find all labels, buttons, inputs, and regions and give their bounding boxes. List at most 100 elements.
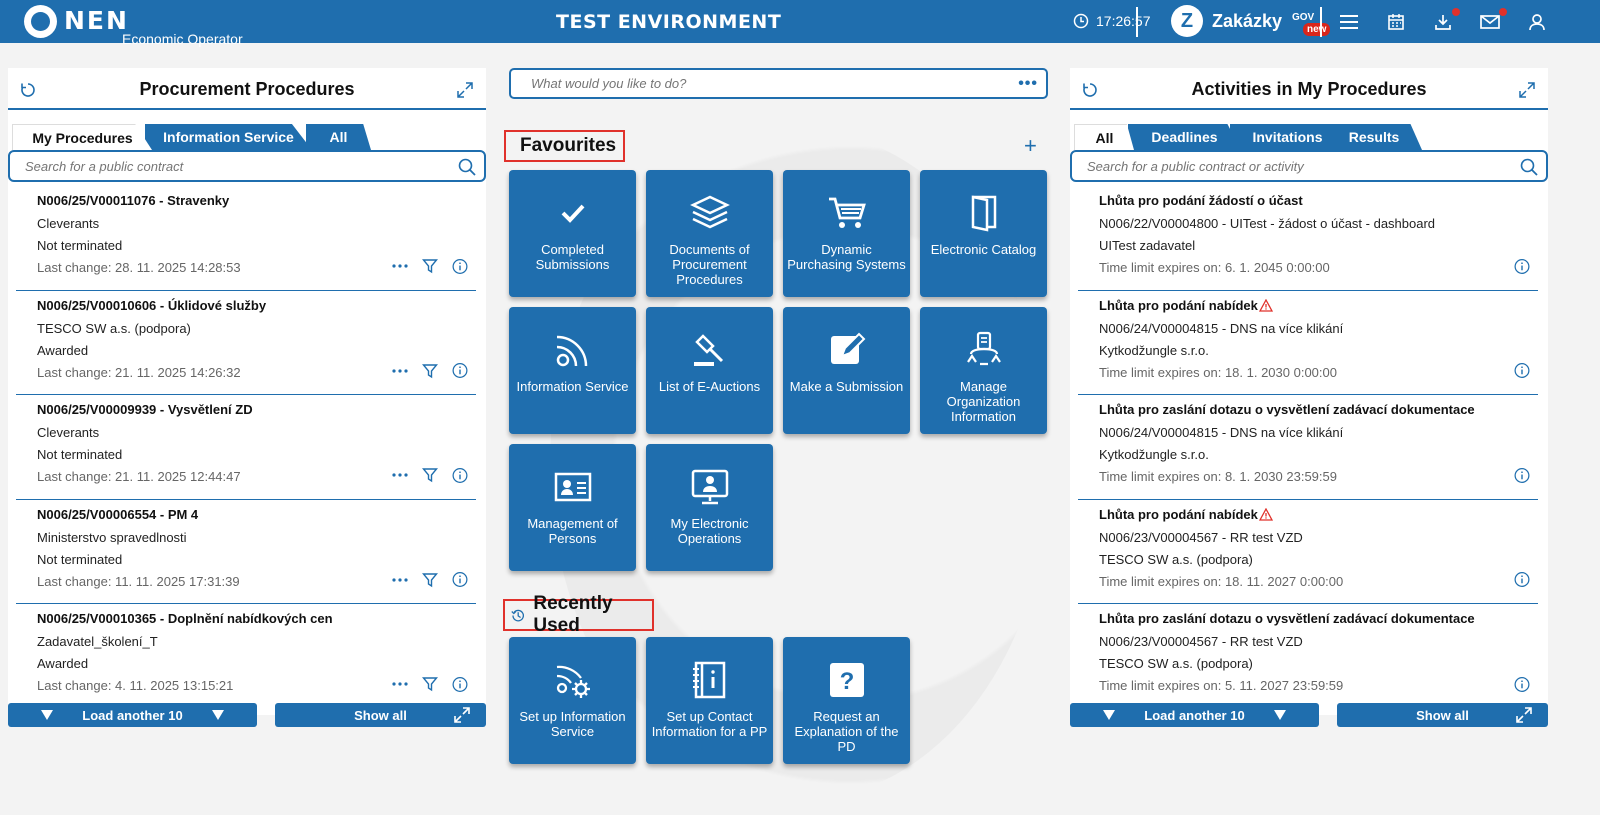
filter-icon[interactable] — [422, 258, 438, 274]
tab-all[interactable]: All — [1074, 124, 1134, 150]
expand-icon[interactable] — [456, 81, 474, 99]
tab-deadlines[interactable]: Deadlines — [1128, 124, 1241, 150]
list-item[interactable]: Lhůta pro podání žádostí o účast N006/22… — [1078, 186, 1538, 291]
tab-my-procedures[interactable]: My Procedures — [12, 124, 152, 150]
id-card-icon — [509, 466, 636, 508]
activity-org: UITest zadavatel — [1099, 238, 1196, 253]
list-item[interactable]: N006/25/V00010365 - Doplnění nabídkových… — [16, 604, 476, 709]
arrow-down-icon — [1274, 710, 1286, 720]
book-icon — [920, 192, 1047, 234]
procedure-last-change: Last change: 21. 11. 2025 12:44:47 — [37, 469, 241, 484]
tile-dynamic-purchasing-systems[interactable]: Dynamic Purchasing Systems — [783, 170, 910, 297]
tile-set-up-information-service[interactable]: Set up Information Service — [509, 637, 636, 764]
expand-icon[interactable] — [1518, 81, 1536, 99]
info-icon[interactable] — [452, 467, 468, 483]
info-icon[interactable] — [452, 676, 468, 692]
activity-tabs: Deadlines Invitations Results All — [1070, 124, 1548, 150]
more-icon[interactable] — [392, 467, 408, 483]
tile-make-a-submission[interactable]: Make a Submission — [783, 307, 910, 434]
list-item[interactable]: N006/25/V00006554 - PM 4 Ministerstvo sp… — [16, 500, 476, 604]
more-icon[interactable] — [392, 363, 408, 379]
info-icon[interactable] — [452, 258, 468, 274]
tab-information-service[interactable]: Information Service — [145, 124, 312, 150]
more-icon[interactable] — [392, 258, 408, 274]
more-icon[interactable] — [392, 572, 408, 588]
list-item[interactable]: N006/25/V00009939 - Vysvětlení ZD Clever… — [16, 395, 476, 500]
filter-icon[interactable] — [422, 572, 438, 588]
procedure-title: N006/25/V00010606 - Úklidové služby — [37, 297, 267, 313]
mail-icon[interactable] — [1479, 8, 1507, 32]
list-item[interactable]: Lhůta pro zaslání dotazu o vysvětlení za… — [1078, 604, 1538, 709]
load-more-button[interactable]: Load another 10 — [1070, 703, 1319, 727]
show-all-label: Show all — [1416, 707, 1469, 723]
activity-reference: N006/23/V00004567 - RR test VZD — [1099, 634, 1303, 649]
history-icon — [511, 609, 524, 621]
logo-text: NEN — [64, 6, 129, 35]
filter-icon[interactable] — [422, 676, 438, 692]
tile-list-of-e-auctions[interactable]: List of E-Auctions — [646, 307, 773, 434]
info-icon[interactable] — [1514, 467, 1530, 483]
download-icon[interactable] — [1432, 8, 1460, 32]
filter-icon[interactable] — [422, 467, 438, 483]
tile-management-of-persons[interactable]: Management of Persons — [509, 444, 636, 571]
list-item[interactable]: Lhůta pro podání nabídek N006/23/V000045… — [1078, 500, 1538, 604]
tile-completed-submissions[interactable]: Completed Submissions — [509, 170, 636, 297]
tab-results[interactable]: Results — [1326, 124, 1422, 150]
activity-time-limit: Time limit expires on: 18. 11. 2027 0:00… — [1099, 573, 1344, 589]
zakazky-gov-link[interactable]: Z Zakázky GOV new — [1171, 5, 1331, 37]
info-icon[interactable] — [452, 363, 468, 379]
tile-label: Management of Persons — [527, 516, 618, 546]
logo-subtitle: Economic Operator — [122, 31, 243, 47]
add-favourite-icon[interactable]: + — [1024, 135, 1037, 157]
tile-electronic-catalog[interactable]: Electronic Catalog — [920, 170, 1047, 297]
procedure-last-change: Last change: 4. 11. 2025 13:15:21 — [37, 678, 234, 693]
nen-logo[interactable]: NEN Economic Operator — [24, 5, 243, 47]
tile-information-service[interactable]: Information Service — [509, 307, 636, 434]
tile-my-electronic-operations[interactable]: My Electronic Operations — [646, 444, 773, 571]
menu-icon[interactable] — [1338, 12, 1360, 32]
more-icon[interactable]: ••• — [1018, 75, 1038, 93]
quick-action-input[interactable] — [511, 70, 991, 97]
list-item[interactable]: N006/25/V00010606 - Úklidové služby TESC… — [16, 291, 476, 395]
user-icon[interactable] — [1526, 12, 1548, 32]
activity-time-limit: Time limit expires on: 5. 11. 2027 23:59… — [1099, 678, 1344, 693]
load-more-button[interactable]: Load another 10 — [8, 703, 257, 727]
tile-set-up-contact-information[interactable]: Set up Contact Information for a PP — [646, 637, 773, 764]
activity-reference: N006/23/V00004567 - RR test VZD — [1099, 529, 1303, 545]
activity-title: Lhůta pro zaslání dotazu o vysvětlení za… — [1099, 402, 1475, 417]
info-icon[interactable] — [1514, 363, 1530, 379]
svg-text:?: ? — [839, 668, 854, 695]
list-item[interactable]: N006/25/V00011076 - Stravenky Cleverants… — [16, 186, 476, 291]
calendar-icon[interactable] — [1385, 12, 1407, 32]
tile-label: List of E-Auctions — [658, 379, 761, 394]
filter-icon[interactable] — [422, 363, 438, 379]
show-all-button[interactable]: Show all — [275, 703, 486, 727]
activity-title: Lhůta pro podání žádostí o účast — [1099, 193, 1303, 208]
procedure-status: Not terminated — [37, 447, 123, 462]
info-icon[interactable] — [1514, 676, 1530, 692]
activity-title-text: Lhůta pro zaslání dotazu o vysvětlení za… — [1099, 611, 1475, 626]
tile-documents-of-procurement[interactable]: Documents of Procurement Procedures — [646, 170, 773, 297]
procedure-tabs: Information Service All My Procedures — [8, 124, 486, 150]
tile-label: Dynamic Purchasing Systems — [787, 242, 906, 272]
show-all-button[interactable]: Show all — [1337, 703, 1548, 727]
activity-search-input[interactable] — [1072, 152, 1492, 180]
warning-icon — [1258, 507, 1273, 521]
tile-manage-organization-information[interactable]: Manage Organization Information — [920, 307, 1047, 434]
list-item[interactable]: Lhůta pro zaslání dotazu o vysvětlení za… — [1078, 395, 1538, 500]
procedure-last-change: Last change: 11. 11. 2025 17:31:39 — [37, 573, 240, 589]
info-icon[interactable] — [1514, 258, 1530, 274]
search-icon[interactable] — [1520, 158, 1538, 176]
tile-label: Set up Contact Information for a PP — [651, 709, 768, 739]
info-icon[interactable] — [1514, 572, 1530, 588]
procedure-search-input[interactable] — [10, 152, 430, 180]
more-icon[interactable] — [392, 676, 408, 692]
tile-request-explanation[interactable]: ? Request an Explanation of the PD — [783, 637, 910, 764]
search-icon[interactable] — [458, 158, 476, 176]
activity-search — [1070, 150, 1548, 182]
tab-all[interactable]: All — [306, 124, 371, 150]
info-icon[interactable] — [452, 572, 468, 588]
procedure-org: TESCO SW a.s. (podpora) — [37, 320, 191, 336]
list-item[interactable]: Lhůta pro podání nabídek N006/24/V000048… — [1078, 291, 1538, 395]
activity-reference: N006/24/V00004815 - DNS na více klikání — [1099, 425, 1344, 440]
